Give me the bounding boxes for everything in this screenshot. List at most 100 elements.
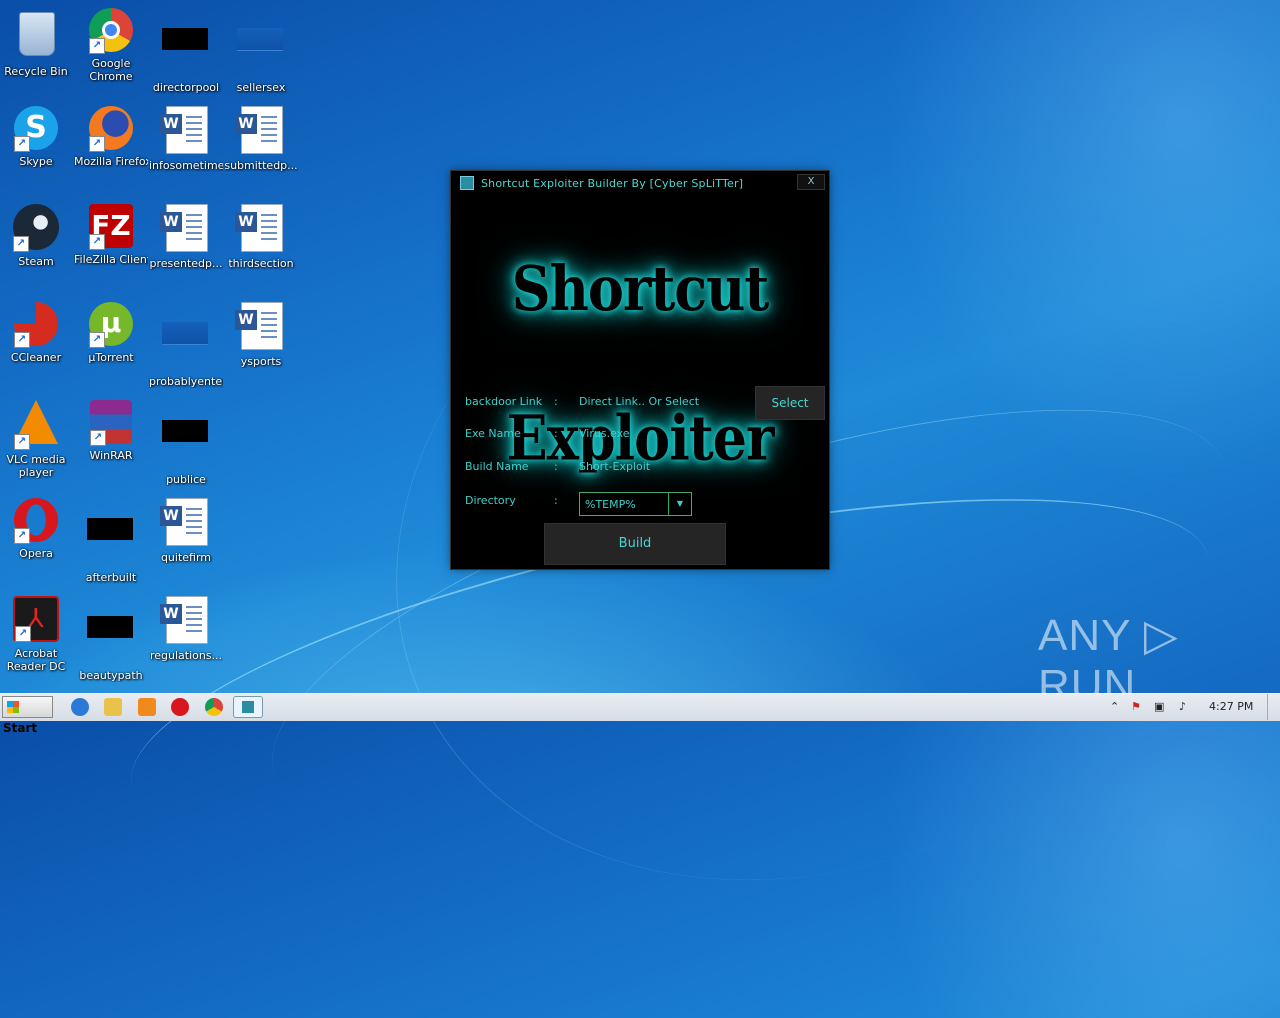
word-document-icon <box>166 596 208 644</box>
black-file-icon <box>162 28 210 76</box>
desktop-icon-utorrent[interactable]: µ ↗ µTorrent <box>74 302 148 364</box>
chrome-icon[interactable] <box>205 698 223 716</box>
desktop-icon-opera[interactable]: ↗ Opera <box>0 498 73 560</box>
start-label: Start <box>3 721 38 735</box>
exe-name-value[interactable]: Virus.exe <box>579 427 630 440</box>
desktop-icon-steam[interactable]: ↗ Steam <box>0 204 73 268</box>
close-button[interactable]: X <box>797 174 825 190</box>
desktop-icon-label: directorpool <box>152 81 220 94</box>
select-button[interactable]: Select <box>755 386 825 420</box>
word-document-icon <box>166 106 208 154</box>
field-separator: : <box>554 395 558 408</box>
desktop-icon-skype[interactable]: S ↗ Skype <box>0 106 73 168</box>
desktop-icon-label: thirdsection <box>228 257 294 270</box>
word-document-icon <box>166 498 208 546</box>
app-icon <box>460 176 474 190</box>
desktop-icon-quitefirm[interactable]: quitefirm <box>149 498 223 564</box>
desktop-icon-ysports[interactable]: ysports <box>224 302 298 368</box>
desktop-icon-sellersex[interactable]: sellersex <box>224 8 298 94</box>
chevron-down-icon[interactable]: ▼ <box>668 493 691 515</box>
shortcut-exploiter-icon <box>242 701 254 713</box>
desktop-icon-submittedp[interactable]: submittedp... <box>224 106 298 172</box>
desktop-icon-label: probablyenter <box>149 375 223 388</box>
black-file-icon <box>87 616 135 664</box>
shortcut-exploiter-window: Shortcut Exploiter Builder By [Cyber SpL… <box>451 171 829 569</box>
desktop-icon-label: Opera <box>19 547 53 560</box>
opera-icon[interactable] <box>171 698 189 716</box>
desktop-icon-acrobat[interactable]: ⅄ ↗ Acrobat Reader DC <box>0 596 73 673</box>
desktop-icon-filezilla[interactable]: FZ ↗ FileZilla Client <box>74 204 148 266</box>
action-center-icon[interactable]: ⚑ <box>1131 700 1141 713</box>
desktop-icon-label: Skype <box>19 155 53 168</box>
show-desktop-button[interactable] <box>1267 694 1280 720</box>
network-icon[interactable]: ▣ <box>1154 700 1164 713</box>
desktop-icon-label: µTorrent <box>88 351 134 364</box>
directory-select[interactable]: %TEMP% ▼ <box>579 492 692 516</box>
directory-label: Directory <box>465 494 516 507</box>
media-player-icon[interactable] <box>138 698 156 716</box>
desktop-icon-recycle-bin[interactable]: Recycle Bin <box>0 8 73 78</box>
volume-icon[interactable]: ♪ <box>1179 700 1186 713</box>
desktop-icon-label: VLC media player <box>6 453 66 479</box>
word-document-icon <box>241 204 283 252</box>
desktop-icon-label: regulations... <box>149 649 223 662</box>
field-separator: : <box>554 427 558 440</box>
ie-icon[interactable] <box>71 698 89 716</box>
utorrent-icon: µ ↗ <box>89 302 133 348</box>
explorer-icon[interactable] <box>104 698 122 716</box>
shortcut-exploiter-taskbar-button[interactable] <box>233 696 263 718</box>
steam-icon: ↗ <box>13 204 59 252</box>
desktop-icon-ccleaner[interactable]: ↗ CCleaner <box>0 302 73 364</box>
desktop-icon-directorpool[interactable]: directorpool <box>149 8 223 94</box>
word-document-icon <box>241 302 283 350</box>
desktop-icon-label: Google Chrome <box>89 57 133 83</box>
desktop-icon-label: Acrobat Reader DC <box>6 647 66 673</box>
build-button[interactable]: Build <box>544 523 726 565</box>
desktop-icon-label: WinRAR <box>89 449 133 462</box>
windows-logo-icon <box>7 701 19 713</box>
desktop-icon-label: sellersex <box>236 81 286 94</box>
desktop-icon-publice[interactable]: publice <box>149 400 223 486</box>
directory-value: %TEMP% <box>585 498 636 511</box>
black-file-icon <box>162 420 210 468</box>
blue-file-icon <box>162 322 210 370</box>
firefox-icon: ↗ <box>89 106 133 152</box>
backdoor-link-label: backdoor Link <box>465 395 543 408</box>
window-titlebar[interactable]: Shortcut Exploiter Builder By [Cyber SpL… <box>451 171 829 195</box>
ccleaner-icon: ↗ <box>14 302 58 348</box>
desktop-icon-thirdsection[interactable]: thirdsection <box>224 204 298 270</box>
word-document-icon <box>241 106 283 154</box>
desktop-icon-winrar[interactable]: ↗ WinRAR <box>74 400 148 462</box>
desktop-icon-vlc[interactable]: ↗ VLC media player <box>0 400 73 479</box>
desktop-icon-infosometimes[interactable]: infosometimes <box>149 106 223 172</box>
taskbar: Start ⌃ ⚑ ▣ ♪ 4:27 PM <box>0 693 1280 735</box>
start-button[interactable]: Start <box>2 696 53 735</box>
exe-name-label: Exe Name <box>465 427 521 440</box>
acrobat-icon: ⅄ ↗ <box>13 596 59 642</box>
desktop-icon-beautypath[interactable]: beautypath <box>74 596 148 682</box>
black-file-icon <box>87 518 135 566</box>
desktop-icon-chrome[interactable]: ↗ Google Chrome <box>74 8 148 83</box>
desktop-icon-probablyenter[interactable]: probablyenter <box>149 302 223 388</box>
backdoor-link-value[interactable]: Direct Link.. Or Select <box>579 395 699 408</box>
opera-icon: ↗ <box>14 498 58 544</box>
desktop-icon-label: infosometimes <box>149 159 223 172</box>
chrome-icon: ↗ <box>89 8 133 54</box>
show-hidden-icons-icon[interactable]: ⌃ <box>1110 700 1119 713</box>
build-name-value[interactable]: Short-Exploit <box>579 460 650 473</box>
desktop-icon-label: Mozilla Firefox <box>74 155 148 168</box>
window-title: Shortcut Exploiter Builder By [Cyber SpL… <box>481 177 744 190</box>
desktop-icon-label: presentedp... <box>149 257 223 270</box>
filezilla-icon: FZ ↗ <box>89 204 133 250</box>
desktop-icon-label: beautypath <box>79 669 143 682</box>
clock[interactable]: 4:27 PM <box>1209 700 1253 713</box>
blue-file-icon <box>237 28 285 76</box>
desktop-icon-regulations[interactable]: regulations... <box>149 596 223 662</box>
desktop-icon-label: afterbuilt <box>85 571 137 584</box>
desktop-icon-presentedp[interactable]: presentedp... <box>149 204 223 270</box>
desktop-icon-firefox[interactable]: ↗ Mozilla Firefox <box>74 106 148 168</box>
desktop-icon-label: ysports <box>240 355 282 368</box>
desktop-icon-afterbuilt[interactable]: afterbuilt <box>74 498 148 584</box>
build-name-label: Build Name <box>465 460 529 473</box>
desktop-icon-label: Steam <box>18 255 54 268</box>
